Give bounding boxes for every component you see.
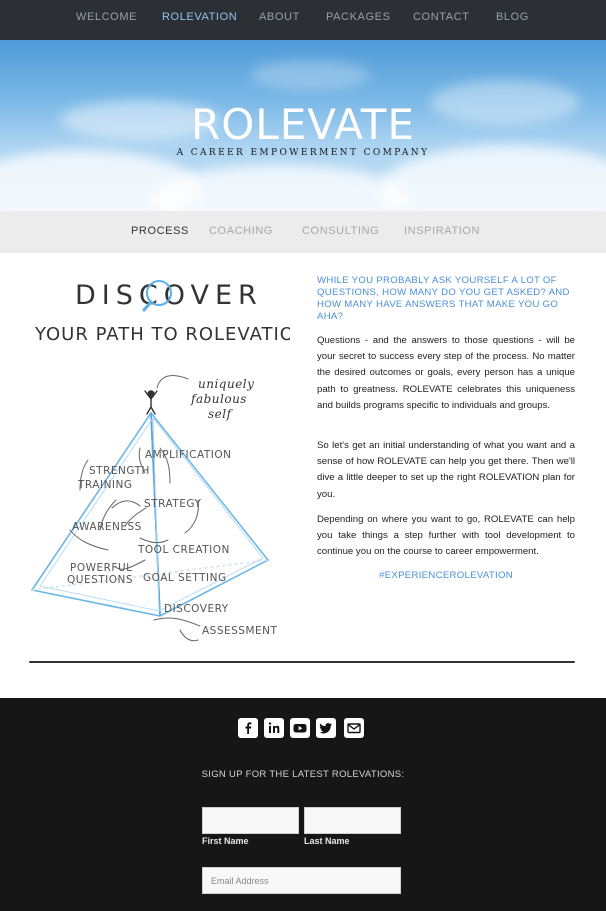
email-icon[interactable] (344, 718, 364, 738)
illustration-subheading: YOUR PATH TO ROLEVATION (34, 324, 290, 345)
intro-question: WHILE YOU PROBABLY ASK YOURSELF A LOT OF… (317, 275, 570, 322)
nav-about[interactable]: ABOUT (259, 11, 300, 23)
last-name-input[interactable] (304, 807, 401, 834)
body-paragraph-1: Questions - and the answers to those que… (317, 335, 575, 411)
subnav-coaching[interactable]: COACHING (209, 225, 273, 237)
top-nav: WELCOME ROLEVATION ABOUT PACKAGES CONTAC… (0, 0, 606, 40)
label-amplification: AMPLIFICATION (145, 449, 232, 461)
person-figure-icon (144, 390, 158, 415)
label-awareness: AWARENESS (72, 521, 142, 533)
subnav-process[interactable]: PROCESS (131, 225, 189, 237)
hashtag-link[interactable]: #EXPERIENCEROLEVATION (317, 570, 575, 581)
label-powerful: POWERFUL (70, 562, 132, 574)
body-paragraph-2: So let's get an initial understanding of… (317, 440, 575, 500)
youtube-icon[interactable] (290, 718, 310, 738)
signup-heading: SIGN UP FOR THE LATEST ROLEVATIONS: (201, 769, 405, 780)
nav-welcome[interactable]: WELCOME (76, 11, 137, 23)
label-goal-setting: GOAL SETTING (143, 572, 227, 584)
first-name-input[interactable] (202, 807, 299, 834)
email-input[interactable] (202, 867, 401, 894)
sub-nav: PROCESS COACHING CONSULTING INSPIRATION (0, 211, 606, 253)
label-discovery: DISCOVERY (164, 603, 229, 615)
nav-packages[interactable]: PACKAGES (326, 11, 391, 23)
nav-blog[interactable]: BLOG (496, 11, 529, 23)
first-name-label: First Name (202, 836, 249, 846)
nav-rolevation[interactable]: ROLEVATION (162, 11, 237, 23)
label-questions: QUESTIONS (67, 574, 133, 586)
label-training: TRAINING (77, 479, 133, 491)
body-paragraph-3: Depending on where you want to go, ROLEV… (317, 514, 575, 558)
cloud-decoration (250, 60, 370, 90)
site-logo-title[interactable]: ROLEVATE (0, 100, 606, 149)
label-assessment: ASSESSMENT (202, 625, 278, 637)
label-tool-creation: TOOL CREATION (137, 544, 230, 556)
discover-path-illustration: DISCOVER YOUR PATH TO ROLEVATION uniquel… (31, 280, 290, 642)
nav-contact[interactable]: CONTACT (413, 11, 470, 23)
cloud-decoration (150, 165, 410, 211)
hero-banner: ROLEVATE A CAREER EMPOWERMENT COMPANY (0, 40, 606, 211)
facebook-icon[interactable] (238, 718, 258, 738)
last-name-label: Last Name (304, 836, 350, 846)
linkedin-icon[interactable] (264, 718, 284, 738)
subnav-inspiration[interactable]: INSPIRATION (404, 225, 480, 237)
label-strategy: STRATEGY (144, 498, 201, 510)
subnav-consulting[interactable]: CONSULTING (302, 225, 379, 237)
label-self: self (208, 407, 234, 421)
label-fabulous: fabulous (190, 392, 247, 406)
label-strength: STRENGTH (89, 465, 150, 477)
section-divider (29, 661, 575, 663)
label-uniquely: uniquely (198, 377, 254, 391)
footer: SIGN UP FOR THE LATEST ROLEVATIONS: Firs… (0, 698, 606, 911)
twitter-icon[interactable] (316, 718, 336, 738)
site-tagline: A CAREER EMPOWERMENT COMPANY (176, 148, 430, 158)
